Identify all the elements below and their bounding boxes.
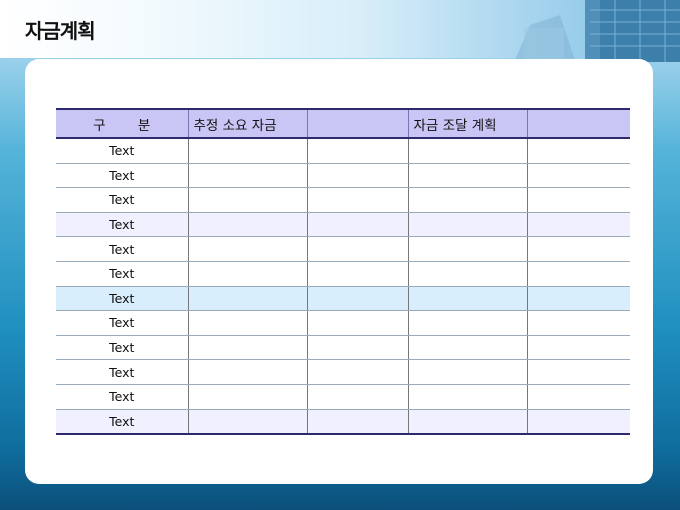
table-cell	[187, 409, 307, 436]
row-label: Text	[56, 286, 188, 312]
header-category: 구 분	[56, 108, 188, 139]
table-row: Text	[56, 310, 630, 336]
table-cell	[306, 335, 408, 361]
table-cell	[407, 359, 527, 385]
table-cell	[187, 310, 307, 336]
table-cell	[306, 236, 408, 262]
table-cell	[526, 310, 630, 336]
table-cell	[306, 212, 408, 238]
table-cell	[306, 286, 408, 312]
table-cell	[306, 359, 408, 385]
table-row: Text	[56, 212, 630, 238]
table-cell	[407, 335, 527, 361]
header-estimated-funds-sub	[306, 108, 408, 139]
table-cell	[407, 236, 527, 262]
table-cell	[526, 261, 630, 287]
table-cell	[526, 212, 630, 238]
table-cell	[187, 163, 307, 189]
table-cell	[407, 409, 527, 436]
table-row: Text	[56, 409, 630, 436]
table-cell	[526, 286, 630, 312]
table-cell	[306, 163, 408, 189]
table-cell	[306, 409, 408, 436]
table-cell	[407, 138, 527, 164]
table-cell	[407, 310, 527, 336]
slide-title: 자금계획	[25, 19, 96, 43]
table-cell	[187, 138, 307, 164]
table-row: Text	[56, 384, 630, 410]
table-cell	[407, 286, 527, 312]
row-label: Text	[56, 310, 188, 336]
table-cell	[407, 212, 527, 238]
table-cell	[187, 261, 307, 287]
table-cell	[526, 409, 630, 436]
row-label: Text	[56, 409, 188, 436]
row-label: Text	[56, 163, 188, 189]
table-cell	[187, 236, 307, 262]
table-row: Text	[56, 187, 630, 213]
header-estimated-funds: 추정 소요 자금	[187, 108, 307, 139]
header-funding-plan-sub	[526, 108, 630, 139]
table-cell	[187, 359, 307, 385]
table-cell	[526, 359, 630, 385]
table-cell	[306, 187, 408, 213]
table-cell	[407, 187, 527, 213]
table-cell	[526, 163, 630, 189]
table-cell	[526, 187, 630, 213]
table-cell	[526, 384, 630, 410]
table-row: Text	[56, 335, 630, 361]
table-cell	[407, 261, 527, 287]
row-label: Text	[56, 187, 188, 213]
table-cell	[306, 310, 408, 336]
table-row: Text	[56, 286, 630, 312]
row-label: Text	[56, 261, 188, 287]
row-label: Text	[56, 359, 188, 385]
table-cell	[187, 384, 307, 410]
table-cell	[187, 187, 307, 213]
header-funding-plan: 자금 조달 계획	[407, 108, 527, 139]
table-cell	[187, 286, 307, 312]
row-label: Text	[56, 138, 188, 164]
table-header-row: 구 분 추정 소요 자금 자금 조달 계획	[56, 108, 630, 139]
table-row: Text	[56, 261, 630, 287]
table-cell	[526, 138, 630, 164]
table-row: Text	[56, 163, 630, 189]
row-label: Text	[56, 335, 188, 361]
table-cell	[526, 335, 630, 361]
table-cell	[407, 384, 527, 410]
table-cell	[526, 236, 630, 262]
table-row: Text	[56, 138, 630, 164]
table-cell	[306, 138, 408, 164]
table-cell	[306, 384, 408, 410]
table-cell	[187, 212, 307, 238]
table-cell	[407, 163, 527, 189]
row-label: Text	[56, 212, 188, 238]
table-cell	[306, 261, 408, 287]
row-label: Text	[56, 384, 188, 410]
table-row: Text	[56, 236, 630, 262]
row-label: Text	[56, 236, 188, 262]
funding-plan-table: 구 분 추정 소요 자금 자금 조달 계획 Text Text Text Text Te…	[56, 108, 630, 436]
table-cell	[187, 335, 307, 361]
table-row: Text	[56, 359, 630, 385]
